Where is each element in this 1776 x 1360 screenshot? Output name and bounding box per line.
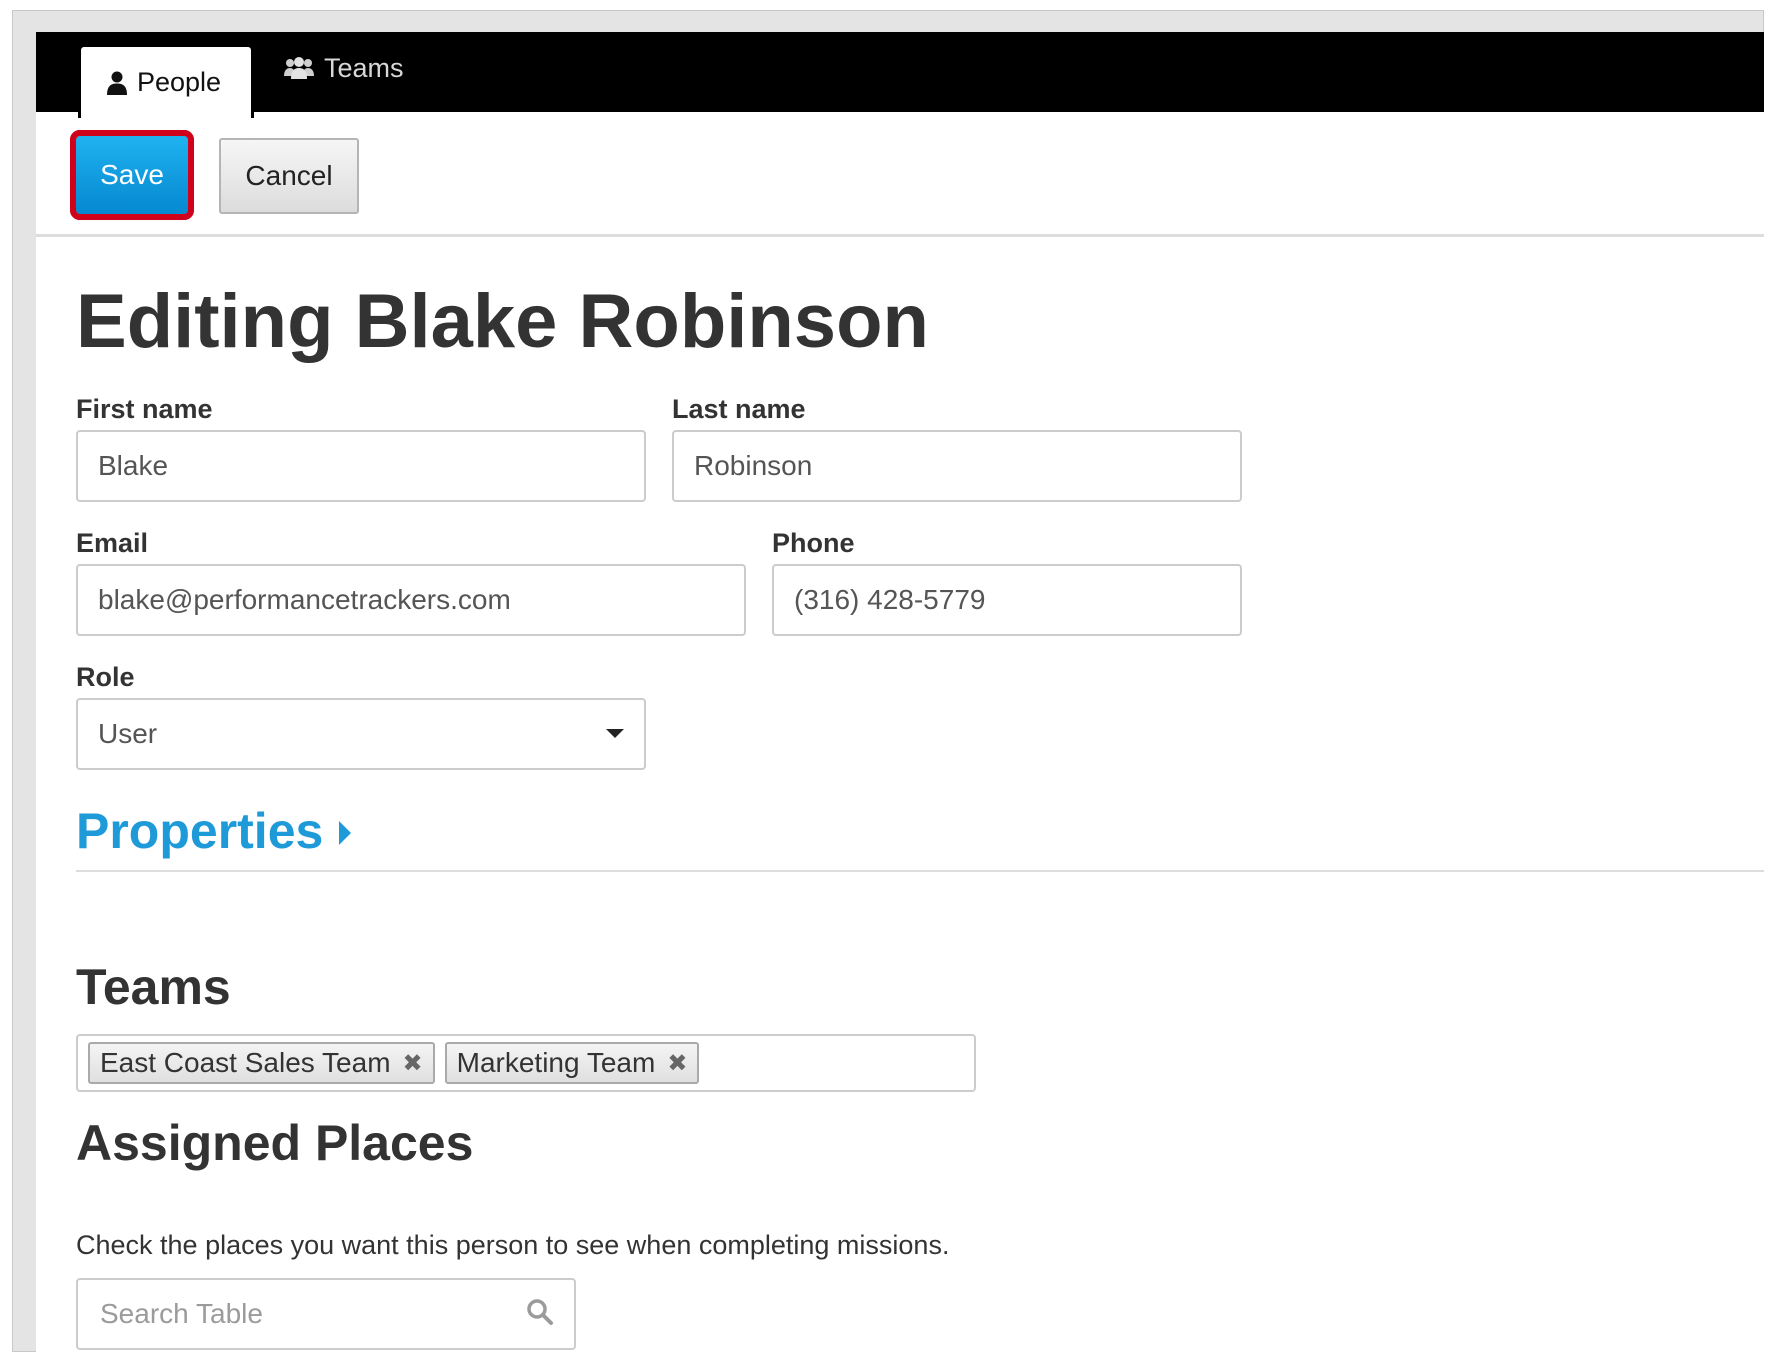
tab-teams[interactable]: Teams [284, 40, 434, 96]
tab-people[interactable]: People [78, 44, 254, 118]
tab-people-label: People [137, 67, 222, 97]
assigned-places-heading: Assigned Places [76, 1115, 474, 1171]
search-input[interactable] [98, 1297, 502, 1331]
last-name-label: Last name [672, 394, 806, 424]
tab-teams-label: Teams [324, 52, 404, 83]
chevron-down-icon [606, 729, 624, 738]
properties-divider [76, 870, 1764, 872]
phone-label: Phone [772, 528, 855, 558]
cancel-button[interactable]: Cancel [219, 138, 359, 214]
properties-toggle[interactable]: Properties [76, 802, 352, 860]
team-tag: East Coast Sales Team ✖ [88, 1042, 435, 1084]
email-label: Email [76, 528, 149, 558]
teams-tag-input[interactable]: East Coast Sales Team ✖ Marketing Team ✖ [76, 1034, 976, 1092]
last-name-field[interactable]: Robinson [672, 430, 1242, 502]
app-container: People Teams Save Cancel Editing Blake R… [36, 32, 1764, 1352]
caret-right-icon [339, 821, 352, 845]
properties-label: Properties [76, 803, 324, 859]
remove-tag-icon[interactable]: ✖ [667, 1049, 687, 1078]
phone-field[interactable]: (316) 428-5779 [772, 564, 1242, 636]
page-title: Editing Blake Robinson [76, 279, 929, 364]
role-label: Role [76, 662, 135, 692]
first-name-label: First name [76, 394, 213, 424]
search-box [76, 1278, 576, 1350]
teams-heading: Teams [76, 959, 231, 1015]
save-button[interactable]: Save [70, 130, 194, 220]
team-tag-label: East Coast Sales Team [100, 1047, 391, 1078]
top-nav: People Teams [36, 32, 1764, 118]
remove-tag-icon[interactable]: ✖ [403, 1049, 423, 1078]
role-select-value: User [98, 718, 158, 749]
toolbar-divider [36, 234, 1764, 237]
first-name-field[interactable]: Blake [76, 430, 646, 502]
email-field[interactable]: blake@performancetrackers.com [76, 564, 746, 636]
search-icon[interactable] [526, 1298, 554, 1331]
group-icon [284, 56, 314, 80]
role-select[interactable]: User [76, 698, 646, 770]
team-tag: Marketing Team ✖ [444, 1042, 700, 1084]
team-tag-label: Marketing Team [456, 1047, 656, 1078]
person-icon [107, 71, 127, 95]
assigned-places-help: Check the places you want this person to… [76, 1230, 950, 1260]
